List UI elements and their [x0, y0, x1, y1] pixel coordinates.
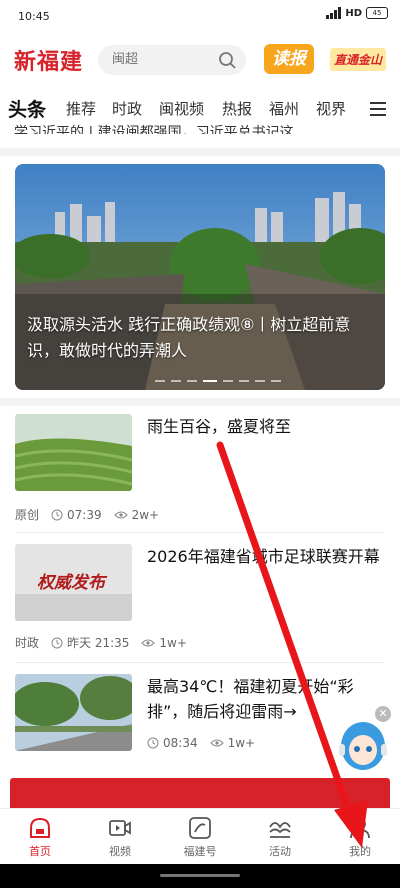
carousel-indicator: [155, 380, 281, 382]
app-logo: 新福建: [14, 49, 84, 75]
home-icon: [30, 817, 50, 838]
fujian-account-icon: [189, 817, 211, 839]
hero-title[interactable]: 汲取源头活水 践行正确政绩观⑧丨树立超前意识，敢做时代的弄潮人: [27, 312, 373, 364]
article-views: 1w+: [159, 635, 187, 650]
network-type: HD: [345, 7, 362, 19]
bottom-nav: 首页 视频 福建号 活动 我的: [0, 808, 400, 865]
article-views: 1w+: [227, 736, 256, 750]
hero-banner[interactable]: 汲取源头活水 践行正确政绩观⑧丨树立超前意识，敢做时代的弄潮人: [15, 164, 385, 390]
article-thumbnail: [15, 414, 132, 491]
eye-icon: [113, 511, 128, 518]
status-icons: HD 45: [326, 7, 388, 19]
ai-assistant[interactable]: ✕: [335, 706, 391, 774]
divider: [0, 148, 400, 156]
profile-icon: [350, 818, 370, 839]
search-input[interactable]: [110, 51, 214, 68]
close-icon[interactable]: ✕: [375, 706, 391, 722]
nav-home[interactable]: 首页: [10, 815, 70, 859]
article-item[interactable]: 最高34℃！福建初夏开始“彩排”，随后将迎雷雨→ 08:34 1w+: [15, 674, 385, 764]
article-thumbnail: 权威发布: [15, 544, 132, 621]
thumbnail-caption: 权威发布: [37, 573, 105, 593]
nav-activity[interactable]: 活动: [250, 815, 310, 859]
signal-icon: [326, 7, 342, 19]
status-bar: 10:45 HD 45: [0, 0, 400, 34]
home-indicator: [0, 864, 400, 888]
activity-icon: [269, 822, 291, 838]
article-title[interactable]: 雨生百谷，盛夏将至: [147, 414, 383, 439]
nav-fujian-account[interactable]: 福建号: [170, 815, 230, 859]
article-title[interactable]: 2026年福建省城市足球联赛开幕: [147, 544, 383, 569]
divider: [0, 398, 400, 406]
search-icon[interactable]: [218, 51, 236, 69]
eye-icon: [209, 739, 224, 747]
article-meta: 原创 07:39 2w+: [15, 506, 159, 523]
search-box[interactable]: [98, 45, 246, 75]
divider: [15, 662, 385, 663]
article-meta: 时政 昨天 21:35 1w+: [15, 634, 187, 651]
article-time: 08:34: [163, 736, 198, 750]
nav-label: 视频: [109, 845, 131, 858]
clock-icon: [147, 737, 159, 749]
divider: [15, 532, 385, 533]
video-icon: [109, 820, 131, 836]
article-source: 原创: [15, 508, 40, 522]
promo-banner[interactable]: [10, 778, 390, 808]
nav-label: 活动: [269, 845, 291, 858]
clock-icon: [51, 509, 63, 520]
assistant-avatar-icon[interactable]: [335, 714, 391, 774]
nav-label: 首页: [29, 845, 51, 858]
article-thumbnail: [15, 674, 132, 751]
nav-label: 我的: [349, 845, 371, 858]
app-header: 新福建 读报 直通金山: [0, 40, 400, 82]
article-source: 时政: [15, 636, 40, 650]
article-item[interactable]: 雨生百谷，盛夏将至 原创 07:39 2w+: [15, 414, 385, 524]
partial-headline[interactable]: 学习近平的 | 建设闽都强国，习近平总书记这: [14, 116, 386, 134]
nav-label: 福建号: [183, 845, 217, 858]
article-time: 07:39: [67, 507, 102, 522]
article-item[interactable]: 权威发布 2026年福建省城市足球联赛开幕 时政 昨天 21:35 1w+: [15, 544, 385, 654]
clock-icon: [51, 637, 63, 648]
article-time: 昨天 21:35: [67, 636, 130, 650]
article-views: 2w+: [131, 507, 160, 522]
eye-icon: [141, 639, 156, 646]
battery-icon: 45: [366, 7, 388, 19]
status-time: 10:45: [18, 10, 50, 23]
menu-icon[interactable]: [370, 102, 386, 116]
nav-profile[interactable]: 我的: [330, 815, 390, 859]
read-newspaper-button[interactable]: 读报: [264, 44, 314, 74]
jinshan-button[interactable]: 直通金山: [330, 48, 387, 71]
nav-video[interactable]: 视频: [90, 815, 150, 859]
article-meta: 08:34 1w+: [147, 736, 255, 750]
